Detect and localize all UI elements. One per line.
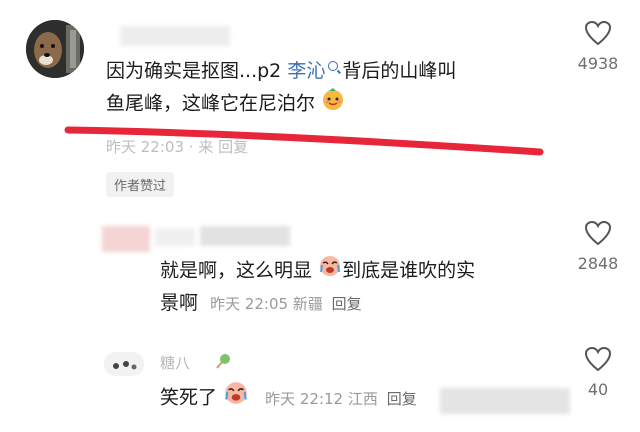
blurred-username xyxy=(200,226,290,246)
crying-laugh-emoji-icon xyxy=(318,254,342,288)
mention-link[interactable]: 李沁 xyxy=(287,60,325,82)
heart-outline-icon xyxy=(584,20,612,46)
like-button[interactable]: 2848 xyxy=(568,220,628,273)
blurred-avatar xyxy=(102,226,150,252)
like-button[interactable]: 4938 xyxy=(568,20,628,73)
comment-text: 因为确实是抠图...p2 李沁 背后的山峰叫 鱼尾峰，这峰它在尼泊尔 xyxy=(106,56,546,121)
orange-smile-emoji-icon xyxy=(321,87,345,121)
heart-outline-icon xyxy=(584,346,612,372)
blurred-username xyxy=(155,228,195,246)
blurred-username xyxy=(120,26,230,46)
avatar-image xyxy=(104,352,144,376)
lollipop-icon xyxy=(214,352,232,374)
reply-button[interactable]: 回复 xyxy=(332,295,362,313)
author-liked-badge: 作者赞过 xyxy=(106,172,175,197)
comment-meta: 昨天 22:12 江西 回复 xyxy=(265,389,417,408)
like-button[interactable]: 40 xyxy=(568,346,628,399)
username[interactable]: 糖八 xyxy=(160,352,190,373)
avatar[interactable] xyxy=(104,352,144,376)
crying-laugh-emoji-icon xyxy=(223,380,249,416)
comment-meta: 昨天 22:05 新疆 回复 xyxy=(210,295,362,313)
red-annotation-underline xyxy=(64,126,544,156)
heart-outline-icon xyxy=(584,220,612,246)
like-count: 4938 xyxy=(577,54,619,73)
avatar[interactable] xyxy=(26,20,84,78)
reply-button[interactable]: 回复 xyxy=(387,390,417,408)
like-count: 40 xyxy=(587,380,609,399)
comment-text: 就是啊，这么明显 到底是谁吹的实 景啊 昨天 22:05 新疆 回复 xyxy=(160,254,560,320)
like-count: 2848 xyxy=(577,254,619,273)
search-icon xyxy=(328,61,339,71)
dog-avatar-image xyxy=(26,20,84,78)
blurred-overlay xyxy=(440,388,570,414)
